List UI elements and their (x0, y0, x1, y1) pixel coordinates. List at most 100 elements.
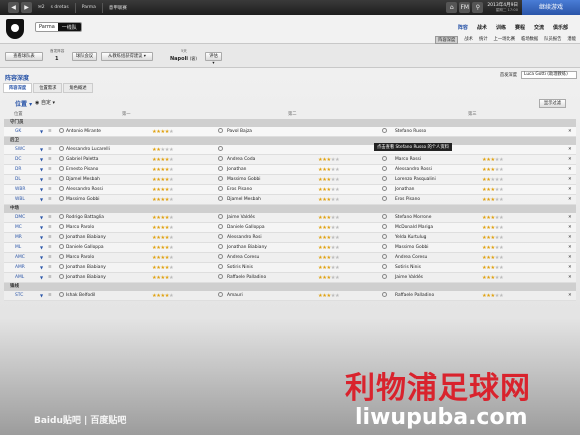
position-code[interactable]: AML (15, 273, 24, 283)
player-third[interactable]: McDonald Mariga (395, 223, 433, 233)
player-third[interactable]: Lorenzo Pasqualini (395, 175, 436, 185)
evaluate-dropdown[interactable]: 评估 ▾ (205, 52, 222, 66)
player-second[interactable]: Eros Pisano (227, 185, 252, 195)
table-row[interactable]: WBR ▼ ≡ Alessandro Rossi ★★★★★ Eros Pisano ★★★… (4, 185, 576, 195)
tab-stats[interactable]: 统计 (479, 36, 488, 44)
table-row[interactable]: STC ▼ ≡ Ishak Belfodil ★★★★★ Amauri ★★★★★ Raffa… (4, 291, 576, 301)
player-third[interactable]: Massimo Gobbi (395, 243, 429, 253)
menu-icon[interactable]: ≡ (48, 195, 52, 205)
player-third[interactable]: Sotiris Ninis (395, 263, 421, 273)
player-first[interactable]: Alessandro Rossi (66, 185, 103, 195)
expand-arrow-icon[interactable]: ▼ (40, 195, 43, 205)
player-second[interactable]: Alessandro Rosi (227, 233, 262, 243)
menu-icon[interactable]: ≡ (48, 165, 52, 175)
table-row[interactable]: SWC ▼ ≡ Alessandro Lucarelli ★★★★★ ✕ (4, 145, 576, 155)
position-code[interactable]: GK (15, 127, 21, 137)
player-third[interactable]: Marco Rossi (395, 155, 421, 165)
expand-arrow-icon[interactable]: ▼ (40, 253, 43, 263)
player-first[interactable]: Ernesto Pisano (66, 165, 98, 175)
table-row[interactable]: AMC ▼ ≡ Marco Parolo ★★★★★ Andrea Coresu ★★★★★… (4, 253, 576, 263)
menu-icon[interactable]: ≡ (48, 233, 52, 243)
nav-fixtures[interactable]: 赛程 (515, 24, 525, 31)
club-selector[interactable]: Parma 一线队 (35, 22, 82, 32)
tab-potential[interactable]: 潜能 (567, 36, 576, 44)
remove-icon[interactable]: ✕ (568, 223, 572, 233)
remove-icon[interactable]: ✕ (568, 155, 572, 165)
nav-squad[interactable]: 阵容 (458, 24, 468, 31)
player-second[interactable]: Amauri (227, 291, 243, 301)
expand-arrow-icon[interactable]: ▼ (40, 233, 43, 243)
table-row[interactable]: AML ▼ ≡ Jonathan Biabiany ★★★★★ Raffaele Pall… (4, 273, 576, 283)
club-crest[interactable] (6, 19, 24, 39)
player-second[interactable]: Daniele Galloppa (227, 223, 265, 233)
menu-icon[interactable]: ≡ (48, 263, 52, 273)
table-row[interactable]: DC ▼ ≡ Gabriel Paletta ★★★★★ Andrea Coda ★★★★★… (4, 155, 576, 165)
view-selector[interactable]: ◉ 自定 ▾ (35, 99, 55, 106)
player-first[interactable]: Alessandro Lucarelli (66, 145, 110, 155)
expand-arrow-icon[interactable]: ▼ (40, 273, 43, 283)
nav-communication[interactable]: 交流 (534, 24, 544, 31)
player-second[interactable]: Djamel Mesbah (227, 195, 261, 205)
depth-coach-select[interactable]: Luca Gotti (助理教练) (521, 71, 577, 79)
tab-tactics[interactable]: 战术 (464, 36, 473, 44)
menu-icon[interactable]: ≡ (48, 253, 52, 263)
remove-icon[interactable]: ✕ (568, 175, 572, 185)
position-code[interactable]: STC (15, 291, 23, 301)
remove-icon[interactable]: ✕ (568, 213, 572, 223)
table-row[interactable]: MC ▼ ≡ Marco Parolo ★★★★★ Daniele Galloppa ★★★… (4, 223, 576, 233)
remove-icon[interactable]: ✕ (568, 165, 572, 175)
tab-player-reports[interactable]: 队员报告 (544, 36, 561, 44)
menu-icon[interactable]: ≡ (48, 223, 52, 233)
remove-icon[interactable]: ✕ (568, 145, 572, 155)
opponent-name[interactable]: Napoli (客) (170, 56, 197, 62)
inbox[interactable]: ✉ 2 (38, 5, 45, 10)
expand-arrow-icon[interactable]: ▼ (40, 127, 43, 137)
table-row[interactable]: AMR ▼ ≡ Jonathan Biabiany ★★★★★ Sotiris Ninis… (4, 263, 576, 273)
expand-arrow-icon[interactable]: ▼ (40, 175, 43, 185)
back-forward[interactable]: ◀ ▶ (6, 2, 32, 13)
remove-icon[interactable]: ✕ (568, 195, 572, 205)
position-code[interactable]: MR (15, 233, 22, 243)
position-code[interactable]: AMR (15, 263, 25, 273)
position-code[interactable]: DL (15, 175, 21, 185)
remove-icon[interactable]: ✕ (568, 127, 572, 137)
remove-icon[interactable]: ✕ (568, 233, 572, 243)
show-filter-button[interactable]: 显示过滤 (539, 99, 566, 108)
menu-icon[interactable]: ≡ (48, 175, 52, 185)
home-icon[interactable]: ⌂ (446, 2, 458, 13)
player-first[interactable]: Massimo Gobbi (66, 195, 100, 205)
continue-button[interactable]: 继续游戏 (522, 0, 580, 15)
player-first[interactable]: Rodrigo Battaglia (66, 213, 104, 223)
player-second[interactable]: Jonathan Biabiany (227, 243, 267, 253)
tab-squad-depth[interactable]: 阵容深度 (435, 36, 459, 44)
player-second[interactable]: Massimo Gobbi (227, 175, 261, 185)
player-second[interactable]: Raffaele Palladino (227, 273, 266, 283)
expand-arrow-icon[interactable]: ▼ (40, 291, 43, 301)
remove-icon[interactable]: ✕ (568, 273, 572, 283)
player-second[interactable]: Sotiris Ninis (227, 263, 253, 273)
menu-icon[interactable]: ≡ (48, 127, 52, 137)
menu-icon[interactable]: ≡ (48, 291, 52, 301)
player-third[interactable]: Alessandro Rossi (395, 165, 432, 175)
player-first[interactable]: Jonathan Biabiany (66, 273, 106, 283)
expand-arrow-icon[interactable]: ▼ (40, 145, 43, 155)
player-third[interactable]: Stefano Morrone (395, 213, 431, 223)
expand-arrow-icon[interactable]: ▼ (40, 263, 43, 273)
nav-tactics[interactable]: 战术 (477, 24, 487, 31)
nav-club[interactable]: 俱乐部 (553, 24, 568, 31)
player-second[interactable]: Andrea Coresu (227, 253, 259, 263)
position-code[interactable]: WBR (15, 185, 25, 195)
menu-icon[interactable]: ≡ (48, 213, 52, 223)
position-code[interactable]: AMC (15, 253, 25, 263)
subtab-position-needs[interactable]: 位置需求 (33, 83, 63, 93)
competition-link[interactable]: 意甲联赛 (109, 5, 127, 11)
staff-advice-dropdown[interactable]: 从教练组获得建议 ▾ (101, 52, 153, 61)
player-second[interactable]: Jaime Valdés (227, 213, 255, 223)
table-row[interactable]: DR ▼ ≡ Ernesto Pisano ★★★★★ Jonathan ★★★★★ Ales… (4, 165, 576, 175)
position-code[interactable]: ML (15, 243, 21, 253)
player-first[interactable]: Jonathan Biabiany (66, 263, 106, 273)
subtab-depth[interactable]: 阵容深度 (3, 83, 33, 93)
manager-name[interactable]: s dretas (51, 5, 69, 10)
view-team-button[interactable]: 查看球队表 (5, 52, 43, 61)
expand-arrow-icon[interactable]: ▼ (40, 243, 43, 253)
